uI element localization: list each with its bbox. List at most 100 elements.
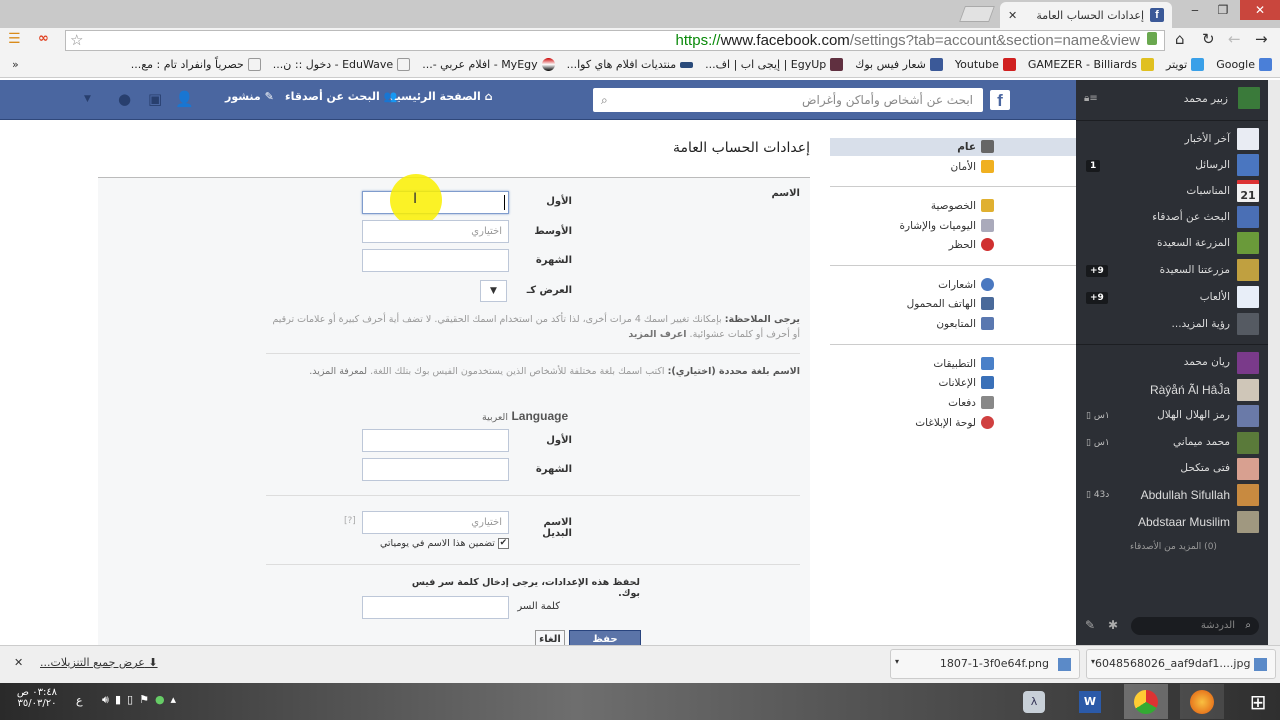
- bookmarks-overflow-button[interactable]: »: [12, 58, 19, 71]
- home-icon[interactable]: ⌂: [1175, 30, 1185, 48]
- tray-overflow-icon[interactable]: ▴: [171, 693, 183, 706]
- password-input[interactable]: [362, 596, 509, 619]
- battery-icon[interactable]: ▯: [127, 693, 139, 706]
- nav-find-friends[interactable]: 👥 البحث عن أصدقاء: [285, 90, 397, 103]
- chat-friend[interactable]: ريان محمد: [1184, 356, 1230, 368]
- chat-menu-item[interactable]: الرسائل: [1195, 159, 1230, 171]
- maximize-button[interactable]: ❐: [1208, 0, 1238, 20]
- chat-menu-item[interactable]: آخر الأخبار: [1185, 133, 1230, 145]
- settings-nav-item[interactable]: اليوميات والإشارة: [900, 219, 994, 232]
- chat-search-input[interactable]: الدردشة ⌕: [1131, 617, 1259, 635]
- chat-menu-icon[interactable]: [1237, 313, 1259, 335]
- alt-name-input[interactable]: اختياري: [362, 511, 509, 534]
- tab-close-icon[interactable]: ✕: [1008, 9, 1017, 22]
- system-tray[interactable]: 🔊︎▮▯⚑●▴: [102, 693, 182, 707]
- settings-nav-item[interactable]: الهاتف المحمول: [907, 297, 994, 310]
- chat-menu-item[interactable]: الألعاب: [1200, 291, 1230, 303]
- nav-post[interactable]: ✎ منشور: [225, 90, 274, 103]
- minimize-button[interactable]: ‒: [1180, 0, 1210, 20]
- settings-nav-item[interactable]: دفعات: [948, 396, 994, 409]
- friend-requests-icon[interactable]: 👤: [175, 90, 194, 108]
- messages-icon[interactable]: ▣: [148, 90, 162, 108]
- bookmark-exclusive[interactable]: حصرياً وانفراد تام : مع...: [131, 58, 261, 71]
- settings-nav-item[interactable]: الأمان: [951, 160, 994, 173]
- lang-last-input[interactable]: [362, 458, 509, 481]
- url-input[interactable]: https://www.facebook.com/settings?tab=ac…: [65, 30, 1165, 51]
- settings-nav-item[interactable]: اشعارات: [938, 278, 994, 291]
- chevron-down-icon[interactable]: ▾: [1091, 648, 1095, 676]
- chat-friend[interactable]: Ràŷåń Ãl HâĴa: [1150, 383, 1230, 397]
- bookmark-twitter[interactable]: تويتر: [1166, 58, 1205, 71]
- friend-avatar[interactable]: [1237, 379, 1259, 401]
- new-tab-button[interactable]: [959, 6, 995, 22]
- settings-nav-item[interactable]: الإعلانات: [939, 376, 994, 389]
- bookmark-eduwave[interactable]: EduWave - دخول :: ن...: [273, 58, 411, 71]
- learn-more-link[interactable]: اعرف المزيد: [628, 329, 686, 340]
- download-item[interactable]: 6048568026_aaf9daf1....jpg ▾: [1086, 649, 1276, 679]
- chat-menu-icon[interactable]: [1237, 206, 1259, 228]
- friend-avatar[interactable]: [1237, 432, 1259, 454]
- settings-nav-item[interactable]: لوحة الإبلاغات: [915, 416, 994, 429]
- settings-nav-item[interactable]: الحظر: [949, 238, 994, 251]
- chat-friend[interactable]: فتى متكحل: [1180, 462, 1230, 474]
- chrome-taskbar-icon[interactable]: [1124, 684, 1168, 719]
- lock-menu-icon[interactable]: 🔒︎≡: [1084, 93, 1098, 104]
- chat-menu-icon[interactable]: [1237, 286, 1259, 308]
- chat-menu-icon[interactable]: [1237, 128, 1259, 150]
- bookmark-egyup[interactable]: EgyUp | إيجى اب | اف...: [705, 58, 844, 71]
- settings-gear-icon[interactable]: ✱: [1108, 618, 1118, 632]
- network-icon[interactable]: ●: [155, 693, 171, 706]
- chat-menu-item[interactable]: المزرعة السعيدة: [1157, 237, 1230, 249]
- language-learn-more-link[interactable]: لمعرفة المزيد.: [309, 366, 367, 377]
- alt-name-help-link[interactable]: [?]: [344, 516, 356, 526]
- user-avatar[interactable]: [1238, 87, 1260, 109]
- bookmark-gamezer[interactable]: GAMEZER - Billiards: [1028, 58, 1154, 71]
- bookmark-fb-logo[interactable]: شعار فيس بوك: [855, 58, 943, 71]
- windows-start-button[interactable]: ⊞: [1236, 684, 1280, 719]
- reload-icon[interactable]: ↻: [1202, 30, 1215, 48]
- nav-home[interactable]: ⌂ الصفحة الرئيسية: [390, 90, 493, 103]
- chat-menu-icon[interactable]: [1237, 232, 1259, 254]
- browser-tab[interactable]: f إعدادات الحساب العامة ✕: [1000, 2, 1172, 28]
- more-friends-link[interactable]: (0) المزيد من الأصدقاء: [1130, 542, 1217, 552]
- friend-avatar[interactable]: [1237, 458, 1259, 480]
- chat-menu-item[interactable]: المناسبات: [1186, 185, 1230, 197]
- chevron-down-icon[interactable]: ▾: [895, 648, 899, 676]
- close-window-button[interactable]: ✕: [1240, 0, 1280, 20]
- include-alt-name-checkbox[interactable]: ✔: [497, 538, 509, 549]
- chat-friend[interactable]: محمد ميماني: [1173, 436, 1230, 448]
- bookmark-forum[interactable]: منتديات افلام هاي كوا...: [567, 58, 694, 71]
- chat-menu-item[interactable]: مزرعتنا السعيدة: [1160, 264, 1230, 276]
- show-all-downloads-link[interactable]: ⬇ عرض جميع التنزيلات...: [40, 656, 158, 669]
- chat-menu-item[interactable]: البحث عن أصدقاء: [1152, 211, 1230, 223]
- display-as-select[interactable]: ▼: [480, 280, 507, 302]
- last-name-input[interactable]: [362, 249, 509, 272]
- include-alt-name-checkbox-row[interactable]: ✔ تضمين هذا الاسم في يومياتي: [380, 538, 509, 549]
- middle-name-input[interactable]: اختياري: [362, 220, 509, 243]
- back-icon[interactable]: →: [1255, 30, 1268, 48]
- bookmark-youtube[interactable]: Youtube: [955, 58, 1016, 71]
- settings-nav-item[interactable]: عام: [957, 140, 994, 153]
- chat-menu-icon[interactable]: 21: [1237, 180, 1259, 202]
- forward-icon[interactable]: ←: [1228, 30, 1241, 48]
- friend-avatar[interactable]: [1237, 352, 1259, 374]
- lang-first-input[interactable]: [362, 429, 509, 452]
- close-downloads-icon[interactable]: ✕: [14, 656, 23, 669]
- settings-nav-item[interactable]: الخصوصية: [931, 199, 994, 212]
- friend-avatar[interactable]: [1237, 511, 1259, 533]
- menu-icon[interactable]: ☰: [8, 31, 21, 47]
- bookmark-myegy[interactable]: MyEgy - افلام عربي -...: [422, 58, 555, 71]
- new-message-icon[interactable]: ✎: [1085, 618, 1095, 632]
- settings-nav-item[interactable]: التطبيقات: [933, 357, 994, 370]
- input-language-indicator[interactable]: ع: [76, 694, 83, 707]
- chat-friend[interactable]: Abdstaar Musilim: [1138, 515, 1230, 529]
- extension-icon[interactable]: ∞: [38, 31, 49, 46]
- search-input[interactable]: ابحث عن أشخاص وأماكن وأغراض ⌕: [593, 88, 983, 112]
- firefox-taskbar-icon[interactable]: [1180, 684, 1224, 719]
- friend-avatar[interactable]: [1237, 405, 1259, 427]
- volume-icon[interactable]: 🔊︎: [102, 693, 115, 706]
- bookmark-google[interactable]: Google: [1216, 58, 1272, 71]
- word-taskbar-icon[interactable]: W: [1068, 684, 1112, 719]
- chat-user-name[interactable]: زبير محمد: [1184, 93, 1228, 105]
- flag-icon[interactable]: ⚑: [139, 693, 155, 706]
